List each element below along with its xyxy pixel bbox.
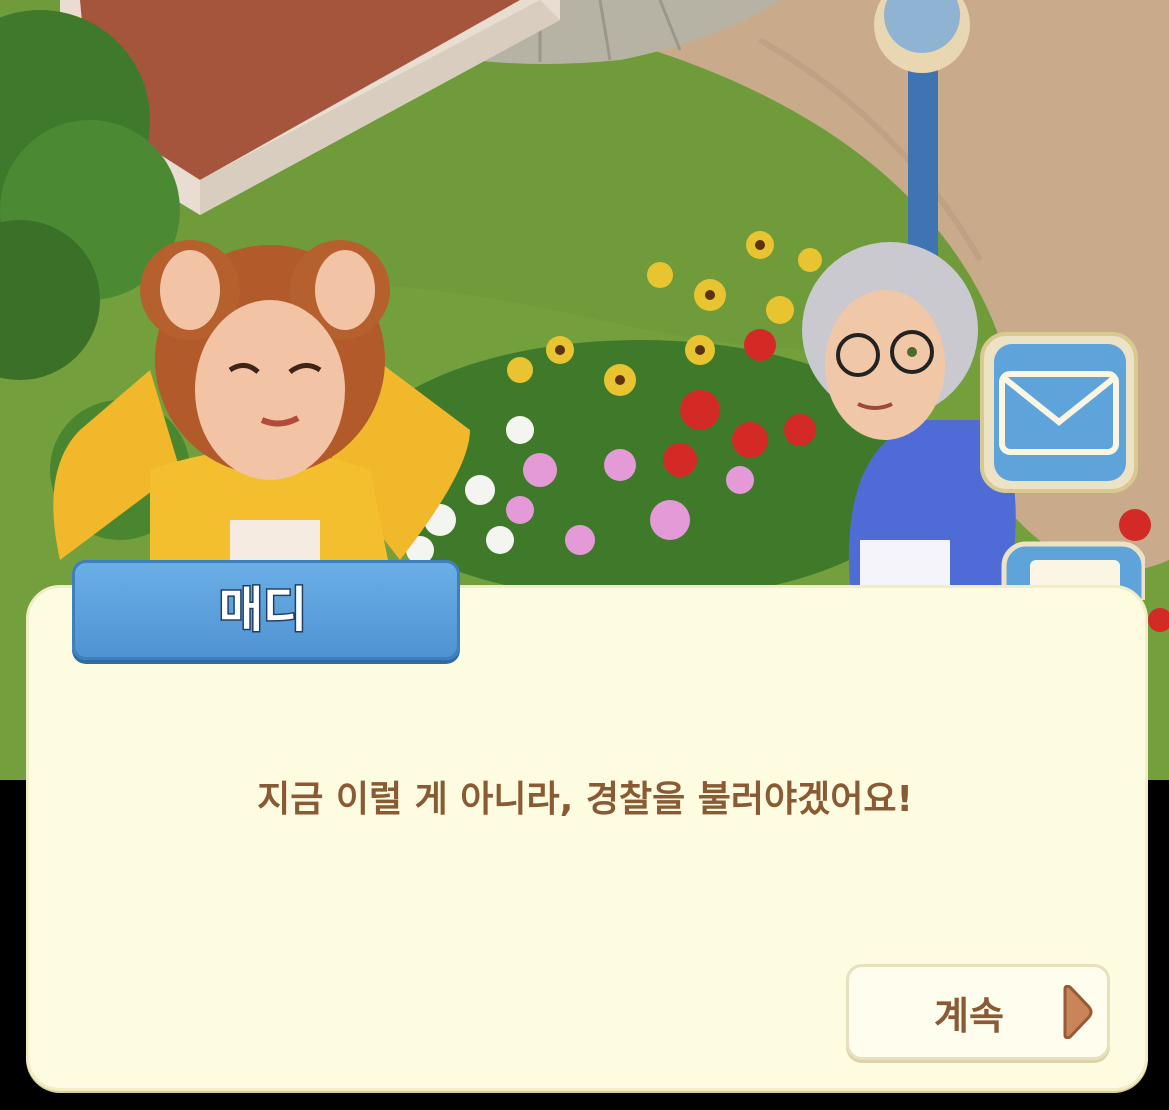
speaker-name: 매디 bbox=[217, 581, 308, 640]
play-arrow-icon bbox=[1063, 985, 1093, 1039]
continue-button[interactable]: 계속 bbox=[846, 964, 1110, 1060]
continue-label: 계속 bbox=[934, 994, 1004, 1038]
dialogue-text: 지금 이럴 게 아니라, 경찰을 불러야겠어요! bbox=[257, 779, 913, 820]
mail-button[interactable] bbox=[978, 330, 1140, 495]
envelope-icon bbox=[980, 332, 1138, 493]
